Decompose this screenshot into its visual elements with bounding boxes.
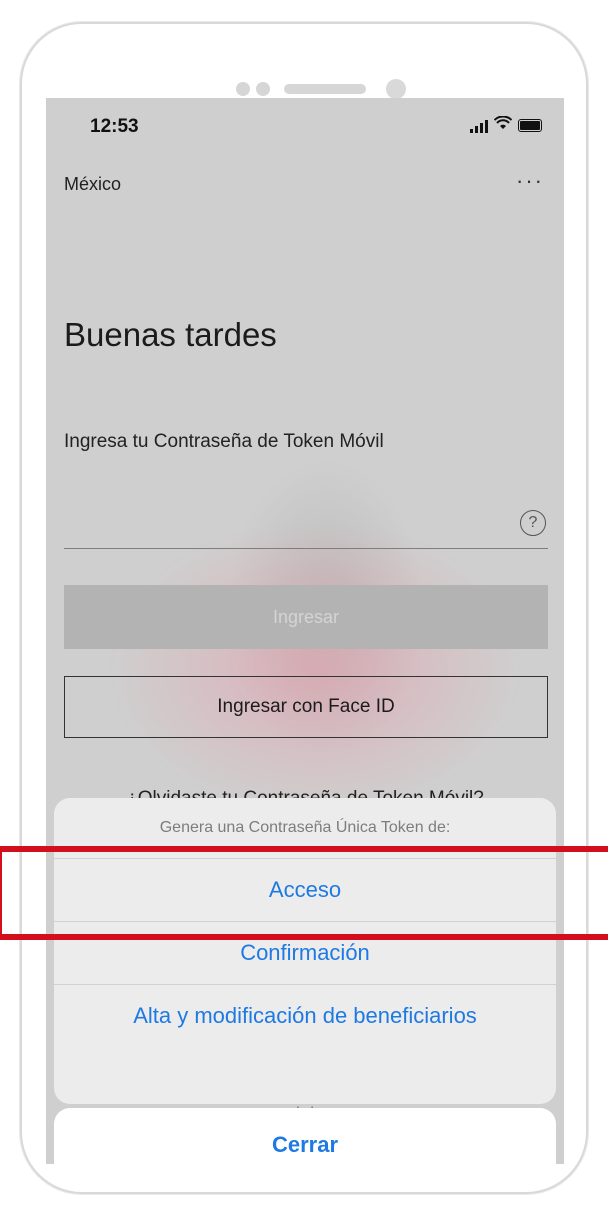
sensor-dot — [256, 82, 270, 96]
speaker-grille — [284, 84, 366, 94]
more-options-icon[interactable]: ··· — [516, 168, 544, 194]
wifi-icon — [493, 115, 513, 135]
sensor-dot — [236, 82, 250, 96]
close-button[interactable]: Cerrar — [54, 1108, 556, 1164]
action-sheet: Genera una Contraseña Única Token de: Ac… — [54, 798, 556, 1104]
face-id-button[interactable]: Ingresar con Face ID — [64, 676, 548, 738]
password-prompt: Ingresa tu Contraseña de Token Móvil — [64, 431, 384, 452]
highlight-box — [0, 846, 608, 940]
background-blur — [106, 518, 526, 818]
option-beneficiarios[interactable]: Alta y modificación de beneficiarios — [54, 985, 556, 1047]
password-field[interactable] — [64, 548, 548, 549]
status-icons — [470, 115, 542, 135]
front-camera — [386, 79, 406, 99]
help-icon[interactable]: ? — [520, 510, 546, 536]
country-label: México — [64, 174, 122, 194]
battery-icon — [518, 119, 542, 132]
phone-screen: 12:53 México ··· Buenas tardes Ingresa t… — [46, 98, 564, 1164]
login-button[interactable]: Ingresar — [64, 585, 548, 649]
greeting-title: Buenas tardes — [64, 316, 277, 353]
status-time: 12:53 — [90, 116, 139, 137]
signal-icon — [470, 119, 488, 133]
